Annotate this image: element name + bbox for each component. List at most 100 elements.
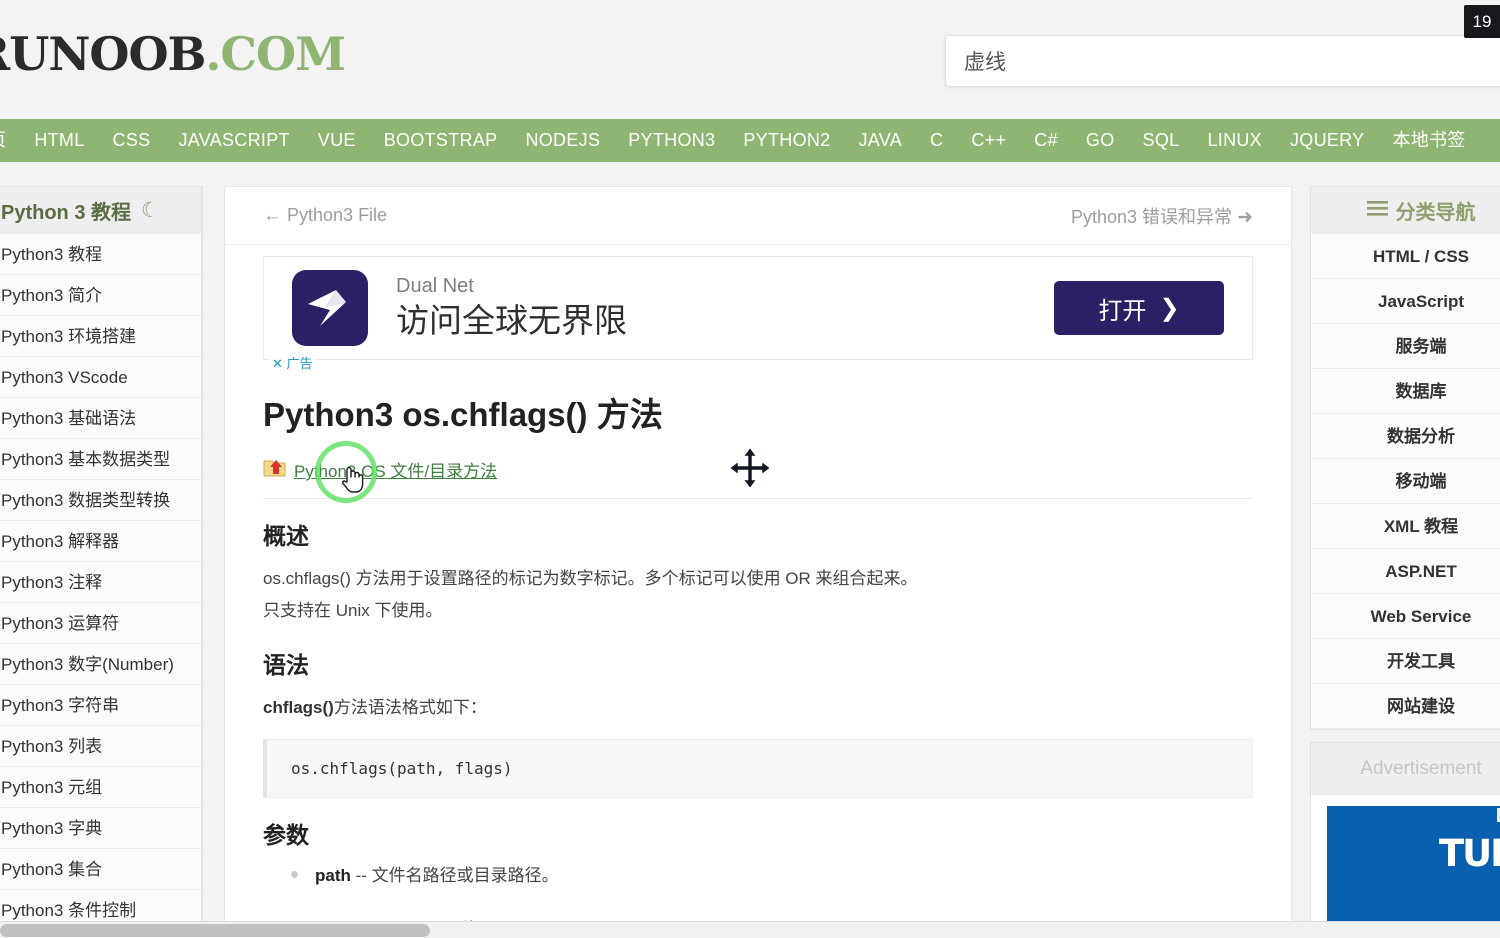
- params-list: path -- 文件名路径或目录路径。 flags -- 可以是以下值： sta…: [263, 862, 1253, 925]
- backlink-row: Python3 OS 文件/目录方法: [263, 456, 1253, 499]
- category-nav-item[interactable]: 服务端: [1311, 324, 1500, 369]
- article-body: Python3 os.chflags() 方法 Python3 OS 文件/目录…: [225, 388, 1291, 925]
- sidebar-item[interactable]: Python3 数据类型转换: [0, 480, 201, 521]
- ad-brand: Dual Net: [396, 275, 474, 298]
- nav-item-go[interactable]: GO: [1072, 119, 1129, 162]
- next-article-link[interactable]: Python3 错误和异常 ➜: [1071, 203, 1253, 229]
- sidebar-item[interactable]: Python3 字典: [0, 808, 201, 849]
- ad-open-button[interactable]: 打开 ❯: [1054, 281, 1224, 335]
- sidebar-item[interactable]: Python3 数字(Number): [0, 644, 201, 685]
- sidebar-item[interactable]: Python3 元组: [0, 767, 201, 808]
- nav-item-vue[interactable]: VUE: [304, 119, 370, 162]
- folder-up-icon: [263, 456, 287, 483]
- nav-item-java[interactable]: JAVA: [845, 119, 917, 162]
- ad-headline: 访问全球无界限: [396, 302, 627, 340]
- nav-item-c-[interactable]: C#: [1020, 119, 1072, 162]
- nav-item-c-[interactable]: C++: [957, 119, 1020, 162]
- ad-close-label[interactable]: ✕ 广告: [269, 352, 316, 373]
- category-nav-item[interactable]: 开发工具: [1311, 639, 1500, 684]
- nav-item-javascript[interactable]: JAVASCRIPT: [164, 119, 303, 162]
- category-nav-item[interactable]: HTML / CSS: [1311, 234, 1500, 279]
- overview-paragraph-1: os.chflags() 方法用于设置路径的标记为数字标记。多个标记可以使用 O…: [263, 569, 918, 588]
- horizontal-scrollbar-thumb[interactable]: [0, 924, 430, 937]
- list-icon: [1366, 200, 1388, 222]
- param-desc-path: -- 文件名路径或目录路径。: [355, 865, 559, 885]
- nav-item-css[interactable]: CSS: [99, 119, 165, 162]
- ad-text-block: Dual Net 访问全球无界限: [396, 274, 627, 341]
- category-nav-item[interactable]: 数据分析: [1311, 414, 1500, 459]
- category-nav-item[interactable]: JavaScript: [1311, 279, 1500, 324]
- sidebar-item[interactable]: Python3 教程: [0, 234, 201, 275]
- moon-icon[interactable]: ☾: [141, 198, 160, 223]
- prev-article-link[interactable]: ← Python3 File: [263, 205, 387, 227]
- category-nav-item[interactable]: 移动端: [1311, 459, 1500, 504]
- page-title: Python3 os.chflags() 方法: [263, 396, 663, 433]
- dualnet-glyph-icon: [308, 290, 346, 326]
- param-item-path: path -- 文件名路径或目录路径。: [285, 862, 1253, 889]
- chevron-right-icon: ❯: [1159, 294, 1180, 322]
- right-sidebar-list: HTML / CSS JavaScript 服务端 数据库 数据分析 移动端 XML 教程 A…: [1310, 234, 1500, 730]
- search-box[interactable]: [945, 35, 1500, 87]
- nav-item-sql[interactable]: SQL: [1129, 119, 1194, 162]
- nav-item-jquery[interactable]: JQUERY: [1276, 119, 1379, 162]
- sidebar-item[interactable]: Python3 环境搭建: [0, 316, 201, 357]
- left-sidebar-list: Python3 教程 Python3 简介 Python3 环境搭建 Python3 …: [0, 234, 202, 938]
- syntax-intro: chflags()方法语法格式如下：: [263, 692, 1253, 724]
- sidebar-item[interactable]: Python3 集合: [0, 849, 201, 890]
- nav-item-c[interactable]: C: [916, 119, 957, 162]
- sidebar-item[interactable]: Python3 基础语法: [0, 398, 201, 439]
- right-sidebar: 分类导航 HTML / CSS JavaScript 服务端 数据库 数据分析 移动端 XM…: [1310, 186, 1500, 938]
- next-article-label: Python3 错误和异常: [1071, 206, 1233, 227]
- sidebar-item[interactable]: Python3 VScode: [0, 357, 201, 398]
- code-block: os.chflags(path, flags): [263, 738, 1253, 798]
- advertisement-label: Advertisement: [1311, 743, 1500, 795]
- step-counter-badge: 19: [1464, 5, 1500, 38]
- sidebar-item[interactable]: Python3 运算符: [0, 603, 201, 644]
- logo-text-light: .COM: [205, 27, 346, 81]
- main-navigation: 页HTMLCSSJAVASCRIPTVUEBOOTSTRAPNODEJSPYTH…: [0, 119, 1500, 162]
- sidebar-item[interactable]: Python3 简介: [0, 275, 201, 316]
- arrow-right-icon: ➜: [1237, 206, 1253, 228]
- tum-banner-ad[interactable]: 广告 TUM: [1327, 806, 1500, 938]
- prev-article-label: Python3 File: [287, 204, 388, 225]
- site-logo[interactable]: RUNOOB.COM: [0, 27, 346, 81]
- article-pager: ← Python3 File Python3 错误和异常 ➜: [225, 187, 1291, 245]
- advertisement-body: 广告 TUM: [1311, 795, 1500, 938]
- right-sidebar-title: 分类导航: [1395, 202, 1476, 224]
- ad-open-label: 打开: [1098, 297, 1147, 325]
- category-nav-item[interactable]: Web Service: [1311, 594, 1500, 639]
- sidebar-item[interactable]: Python3 字符串: [0, 685, 201, 726]
- advertisement-panel: Advertisement 广告 TUM: [1310, 742, 1500, 938]
- site-header: RUNOOB.COM 19: [0, 0, 1500, 119]
- logo-text-dark: RUNOOB: [0, 27, 206, 81]
- left-sidebar: Python 3 教程 ☾ Python3 教程 Python3 简介 Python…: [0, 186, 202, 938]
- nav-item-html[interactable]: HTML: [20, 119, 98, 162]
- category-nav-item[interactable]: XML 教程: [1311, 504, 1500, 549]
- arrow-left-icon: ←: [263, 204, 282, 226]
- syntax-intro-rest: 方法语法格式如下：: [333, 697, 487, 717]
- nav-item-bootstrap[interactable]: BOOTSTRAP: [370, 119, 512, 162]
- category-nav-item[interactable]: 网站建设: [1311, 684, 1500, 729]
- horizontal-scrollbar[interactable]: [0, 921, 1500, 938]
- nav-item-linux[interactable]: LINUX: [1193, 119, 1276, 162]
- nav-item--[interactable]: 页: [0, 119, 20, 162]
- nav-item-python2[interactable]: PYTHON2: [729, 119, 844, 162]
- syntax-heading: 语法: [263, 651, 309, 678]
- search-input[interactable]: [946, 36, 1500, 86]
- nav-item-python3[interactable]: PYTHON3: [614, 119, 729, 162]
- nav-item-nodejs[interactable]: NODEJS: [511, 119, 614, 162]
- category-nav-item[interactable]: 数据库: [1311, 369, 1500, 414]
- category-nav-item[interactable]: ASP.NET: [1311, 549, 1500, 594]
- sidebar-item[interactable]: Python3 基本数据类型: [0, 439, 201, 480]
- sidebar-item[interactable]: Python3 列表: [0, 726, 201, 767]
- param-name-path: path: [315, 865, 351, 885]
- sidebar-divider: [202, 186, 203, 924]
- inline-advertisement[interactable]: Dual Net 访问全球无界限 打开 ❯ ✕ 广告: [263, 256, 1253, 373]
- sidebar-item[interactable]: Python3 解释器: [0, 521, 201, 562]
- main-content: ← Python3 File Python3 错误和异常 ➜ Dual Net …: [224, 186, 1292, 926]
- overview-heading: 概述: [263, 523, 309, 549]
- params-heading: 参数: [263, 821, 309, 848]
- os-methods-backlink[interactable]: Python3 OS 文件/目录方法: [294, 457, 497, 482]
- nav-item--[interactable]: 本地书签: [1378, 119, 1479, 162]
- sidebar-item[interactable]: Python3 注释: [0, 562, 201, 603]
